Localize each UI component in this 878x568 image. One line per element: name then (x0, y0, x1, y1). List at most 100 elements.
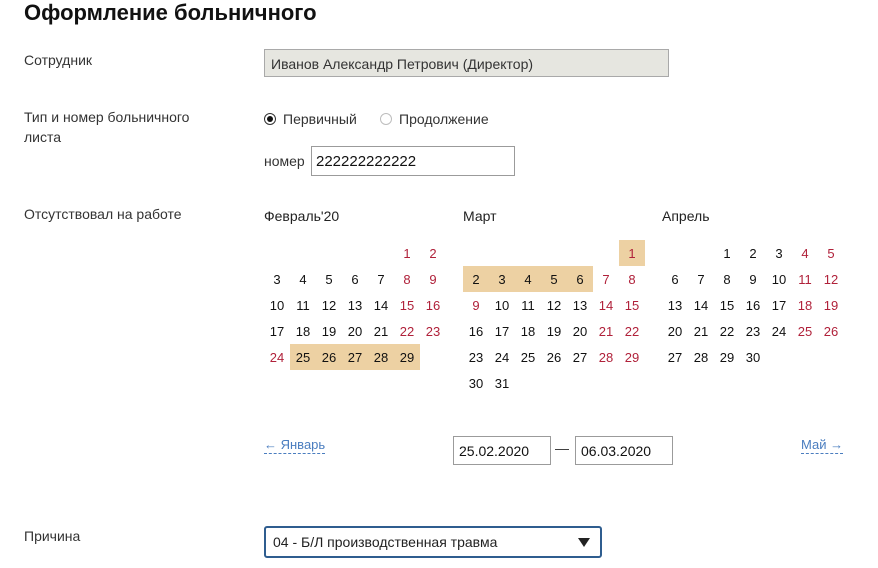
calendar-day[interactable]: 26 (541, 344, 567, 370)
calendar-day[interactable]: 24 (766, 318, 792, 344)
calendar-day[interactable]: 5 (541, 266, 567, 292)
calendar-day[interactable]: 9 (740, 266, 766, 292)
next-month-link[interactable]: Май → (801, 437, 844, 454)
calendar-day[interactable]: 18 (515, 318, 541, 344)
calendar-day[interactable]: 27 (662, 344, 688, 370)
calendar-day[interactable]: 24 (264, 344, 290, 370)
calendar-day[interactable]: 16 (740, 292, 766, 318)
radio-primary[interactable]: Первичный (264, 111, 357, 127)
reason-select[interactable]: 04 - Б/Л производственная травма (264, 526, 602, 558)
calendar-day[interactable]: 20 (342, 318, 368, 344)
calendar-day[interactable]: 11 (515, 292, 541, 318)
calendar-day[interactable]: 31 (489, 370, 515, 396)
calendar-day[interactable]: 1 (619, 240, 645, 266)
calendar-day[interactable]: 9 (463, 292, 489, 318)
calendar-day[interactable]: 22 (714, 318, 740, 344)
calendar-day[interactable]: 5 (316, 266, 342, 292)
calendar-day[interactable]: 15 (714, 292, 740, 318)
calendar-day[interactable]: 9 (420, 266, 446, 292)
radio-primary-icon[interactable] (264, 113, 276, 125)
calendar-day[interactable]: 21 (688, 318, 714, 344)
calendar-day[interactable]: 6 (567, 266, 593, 292)
calendar-day[interactable]: 21 (368, 318, 394, 344)
calendar-day[interactable]: 13 (567, 292, 593, 318)
calendar-day[interactable]: 1 (714, 240, 740, 266)
calendar-day[interactable]: 3 (264, 266, 290, 292)
calendar-day[interactable]: 7 (593, 266, 619, 292)
calendar-day[interactable]: 2 (740, 240, 766, 266)
calendar-day[interactable]: 16 (420, 292, 446, 318)
calendar-day[interactable]: 20 (662, 318, 688, 344)
calendar-day[interactable]: 17 (489, 318, 515, 344)
calendar-day[interactable]: 24 (489, 344, 515, 370)
calendar-day[interactable]: 22 (394, 318, 420, 344)
calendar-day[interactable]: 23 (463, 344, 489, 370)
calendar-day[interactable]: 27 (342, 344, 368, 370)
calendar-day[interactable]: 26 (818, 318, 844, 344)
calendar-day[interactable]: 23 (740, 318, 766, 344)
calendar-day[interactable]: 4 (290, 266, 316, 292)
calendar-day[interactable]: 17 (264, 318, 290, 344)
calendar-day[interactable]: 29 (394, 344, 420, 370)
calendar-day[interactable]: 3 (489, 266, 515, 292)
calendar-day[interactable]: 12 (541, 292, 567, 318)
radio-continuation[interactable]: Продолжение (380, 111, 489, 127)
calendar-day[interactable]: 26 (316, 344, 342, 370)
calendar-day[interactable]: 12 (818, 266, 844, 292)
calendar-day[interactable]: 25 (290, 344, 316, 370)
calendar-day[interactable]: 16 (463, 318, 489, 344)
calendar-day[interactable]: 8 (619, 266, 645, 292)
radio-continuation-icon[interactable] (380, 113, 392, 125)
calendar-day[interactable]: 18 (792, 292, 818, 318)
calendar-day[interactable]: 29 (714, 344, 740, 370)
calendar-day[interactable]: 28 (688, 344, 714, 370)
prev-month-link[interactable]: ← Январь (264, 437, 326, 454)
sick-number-input[interactable] (311, 146, 515, 176)
calendar-day[interactable]: 7 (688, 266, 714, 292)
calendar-day[interactable]: 30 (463, 370, 489, 396)
calendar-day[interactable]: 19 (316, 318, 342, 344)
calendar-day[interactable]: 13 (662, 292, 688, 318)
calendar-day[interactable]: 15 (394, 292, 420, 318)
calendar-day[interactable]: 23 (420, 318, 446, 344)
calendar-day[interactable]: 4 (515, 266, 541, 292)
date-to-input[interactable] (575, 436, 673, 465)
calendar-day[interactable]: 29 (619, 344, 645, 370)
calendar-day[interactable]: 7 (368, 266, 394, 292)
calendar-day[interactable]: 27 (567, 344, 593, 370)
calendar-day[interactable]: 2 (463, 266, 489, 292)
calendar-day[interactable]: 18 (290, 318, 316, 344)
calendar-day[interactable]: 17 (766, 292, 792, 318)
calendar-day[interactable]: 1 (394, 240, 420, 266)
calendar-day[interactable]: 6 (662, 266, 688, 292)
calendar-day[interactable]: 10 (264, 292, 290, 318)
calendar-day[interactable]: 10 (489, 292, 515, 318)
date-from-input[interactable] (453, 436, 551, 465)
calendar-day[interactable]: 14 (688, 292, 714, 318)
calendar-day[interactable]: 14 (593, 292, 619, 318)
calendar-day[interactable]: 14 (368, 292, 394, 318)
calendar-day[interactable]: 5 (818, 240, 844, 266)
calendar-day[interactable]: 25 (515, 344, 541, 370)
calendar-day[interactable]: 4 (792, 240, 818, 266)
calendar-day[interactable]: 10 (766, 266, 792, 292)
calendar-day[interactable]: 11 (792, 266, 818, 292)
calendar-day[interactable]: 6 (342, 266, 368, 292)
calendar-day[interactable]: 8 (394, 266, 420, 292)
calendar-day[interactable]: 19 (818, 292, 844, 318)
calendar-day[interactable]: 20 (567, 318, 593, 344)
calendar-day[interactable]: 12 (316, 292, 342, 318)
calendar-day[interactable]: 25 (792, 318, 818, 344)
calendar-day[interactable]: 11 (290, 292, 316, 318)
calendar-day[interactable]: 2 (420, 240, 446, 266)
calendar-day[interactable]: 22 (619, 318, 645, 344)
calendar-day[interactable]: 21 (593, 318, 619, 344)
calendar-day[interactable]: 8 (714, 266, 740, 292)
calendar-day[interactable]: 19 (541, 318, 567, 344)
calendar-day[interactable]: 13 (342, 292, 368, 318)
calendar-day[interactable]: 3 (766, 240, 792, 266)
calendar-day[interactable]: 30 (740, 344, 766, 370)
calendar-day[interactable]: 28 (368, 344, 394, 370)
calendar-day[interactable]: 15 (619, 292, 645, 318)
calendar-day[interactable]: 28 (593, 344, 619, 370)
